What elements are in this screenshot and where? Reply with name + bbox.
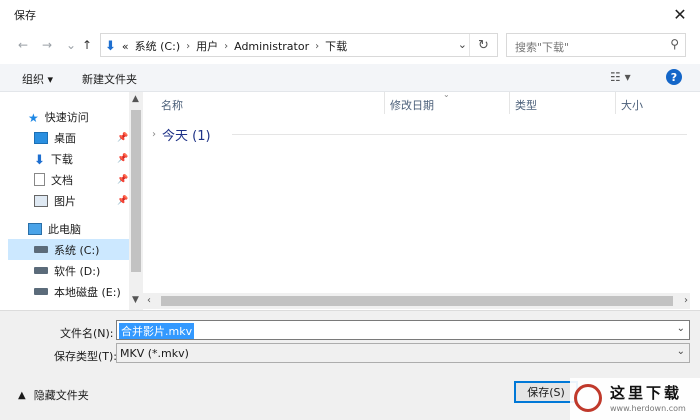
sidebar-item-this-pc[interactable]: 此电脑 (28, 218, 81, 239)
pin-icon[interactable]: 📌 (117, 133, 128, 143)
sidebar-item-drive-d[interactable]: 软件 (D:) (34, 260, 100, 281)
scroll-down-icon[interactable]: ▼ (132, 295, 139, 305)
download-icon: ⬇ (34, 152, 45, 168)
breadcrumb: ⬇ « 系统 (C:) › 用户 › Administrator › 下载 (105, 38, 347, 54)
command-bar: 组织 ▾ 新建文件夹 ☷ ▾ ? (0, 64, 700, 92)
chevron-right-icon[interactable]: › (152, 129, 156, 140)
sidebar-item-label: 文档 (51, 173, 73, 187)
organize-menu[interactable]: 组织 ▾ (22, 71, 53, 87)
document-icon (34, 173, 45, 186)
search-input[interactable]: 搜索"下载" (515, 39, 569, 55)
view-options-icon[interactable]: ☷ ▾ (610, 70, 631, 84)
watermark: 这里下载 www.herdown.com (570, 378, 700, 420)
watermark-text: 这里下载 (610, 384, 683, 402)
search-box[interactable]: 搜索"下载" ⚲ (506, 33, 686, 57)
navigation-pane: ★ 快速访问 桌面 📌 ⬇ 下载 📌 文档 📌 图片 📌 此电脑 系统 (C:)… (0, 92, 143, 310)
column-header-name[interactable]: 名称 (161, 97, 183, 113)
breadcrumb-item[interactable]: 下载 (325, 38, 347, 54)
chevron-down-icon[interactable]: ⌄ (677, 346, 685, 357)
sidebar-item-downloads[interactable]: ⬇ 下载 📌 (34, 148, 129, 169)
sidebar-item-pictures[interactable]: 图片 📌 (34, 190, 129, 211)
sidebar-item-label: 系统 (C:) (54, 243, 100, 257)
title-bar: 保存 ✕ (0, 0, 700, 28)
save-button[interactable]: 保存(S) (514, 381, 578, 403)
forward-icon[interactable]: → (42, 38, 52, 52)
sidebar-item-drive-c[interactable]: 系统 (C:) (8, 239, 129, 260)
sidebar-scrollbar[interactable]: ▲ ▼ (129, 92, 143, 310)
column-divider[interactable] (384, 92, 385, 114)
column-header-date[interactable]: 修改日期 (390, 97, 434, 113)
address-bar[interactable]: ⬇ « 系统 (C:) › 用户 › Administrator › 下载 ⌄ … (100, 33, 498, 57)
window-title: 保存 (14, 9, 36, 22)
filename-field[interactable]: 合并影片.mkv ⌄ (116, 320, 690, 340)
sidebar-item-label: 软件 (D:) (54, 264, 101, 278)
computer-icon (28, 222, 42, 235)
group-label: 今天 (1) (162, 129, 211, 144)
pin-icon[interactable]: 📌 (117, 154, 128, 164)
back-icon[interactable]: ← (18, 38, 28, 52)
group-header[interactable]: › 今天 (1) (152, 125, 687, 144)
sort-indicator-icon: ⌄ (443, 90, 450, 99)
watermark-url: www.herdown.com (610, 404, 686, 413)
filename-label: 文件名(N): (60, 327, 114, 340)
file-list: 名称 修改日期 ⌄ 类型 大小 › 今天 (1) (143, 90, 700, 310)
breadcrumb-item[interactable]: Administrator (234, 40, 309, 53)
column-header-type[interactable]: 类型 (515, 97, 537, 113)
sidebar-item-desktop[interactable]: 桌面 📌 (34, 127, 129, 148)
help-icon[interactable]: ? (666, 69, 682, 85)
column-divider[interactable] (509, 92, 510, 114)
sidebar-item-label: 本地磁盘 (E:) (54, 285, 121, 299)
sidebar-item-label: 快速访问 (44, 110, 89, 124)
up-icon[interactable]: ↑ (82, 38, 92, 52)
filename-value[interactable]: 合并影片.mkv (119, 323, 195, 339)
pictures-icon (34, 194, 48, 207)
column-header-size[interactable]: 大小 (621, 97, 643, 113)
chevron-down-icon[interactable]: ⌄ (677, 323, 685, 334)
folder-download-icon: ⬇ (105, 38, 116, 54)
sidebar-item-documents[interactable]: 文档 📌 (34, 169, 129, 190)
scroll-left-icon[interactable]: ‹ (147, 295, 151, 306)
sidebar-item-label: 图片 (54, 194, 76, 208)
drive-icon (34, 288, 48, 295)
drive-icon (34, 267, 48, 274)
new-folder-button[interactable]: 新建文件夹 (82, 71, 137, 87)
drive-icon (34, 246, 48, 253)
horizontal-scrollbar[interactable]: ‹ › (143, 293, 690, 309)
scroll-right-icon[interactable]: › (684, 295, 688, 306)
group-divider (232, 134, 687, 135)
scrollbar-thumb[interactable] (131, 110, 141, 272)
pin-icon[interactable]: 📌 (117, 196, 128, 206)
star-icon: ★ (28, 110, 39, 125)
column-divider[interactable] (615, 92, 616, 114)
breadcrumb-separator-icon[interactable]: › (315, 41, 319, 52)
sidebar-item-label: 此电脑 (48, 222, 81, 236)
address-dropdown-icon[interactable]: ⌄ (458, 38, 467, 51)
search-icon[interactable]: ⚲ (670, 37, 679, 51)
breadcrumb-item[interactable]: 系统 (C:) (135, 38, 180, 54)
sidebar-item-label: 下载 (50, 152, 73, 166)
breadcrumb-item[interactable]: 用户 (196, 38, 218, 54)
breadcrumb-overflow[interactable]: « (122, 40, 129, 53)
sidebar-item-drive-e[interactable]: 本地磁盘 (E:) (34, 281, 121, 302)
recent-locations-icon[interactable]: ⌄ (66, 38, 76, 52)
pin-icon[interactable]: 📌 (117, 175, 128, 185)
desktop-icon (34, 131, 48, 144)
filetype-select[interactable]: MKV (*.mkv) ⌄ (116, 343, 690, 363)
sidebar-item-label: 桌面 (54, 131, 76, 145)
close-icon[interactable]: ✕ (660, 0, 700, 28)
hide-folders-toggle[interactable]: ▲ 隐藏文件夹 (18, 387, 89, 403)
hide-folders-label: 隐藏文件夹 (33, 389, 89, 402)
breadcrumb-separator-icon[interactable]: › (224, 41, 228, 52)
watermark-logo-icon (574, 384, 602, 412)
chevron-up-icon: ▲ (18, 389, 26, 401)
filetype-label: 保存类型(T): (54, 350, 118, 363)
filetype-value: MKV (*.mkv) (120, 347, 189, 360)
scroll-up-icon[interactable]: ▲ (132, 94, 139, 104)
scrollbar-thumb[interactable] (161, 296, 673, 306)
breadcrumb-separator-icon[interactable]: › (186, 41, 190, 52)
sidebar-item-quick-access[interactable]: ★ 快速访问 (28, 106, 89, 127)
refresh-icon[interactable]: ↻ (469, 34, 497, 56)
